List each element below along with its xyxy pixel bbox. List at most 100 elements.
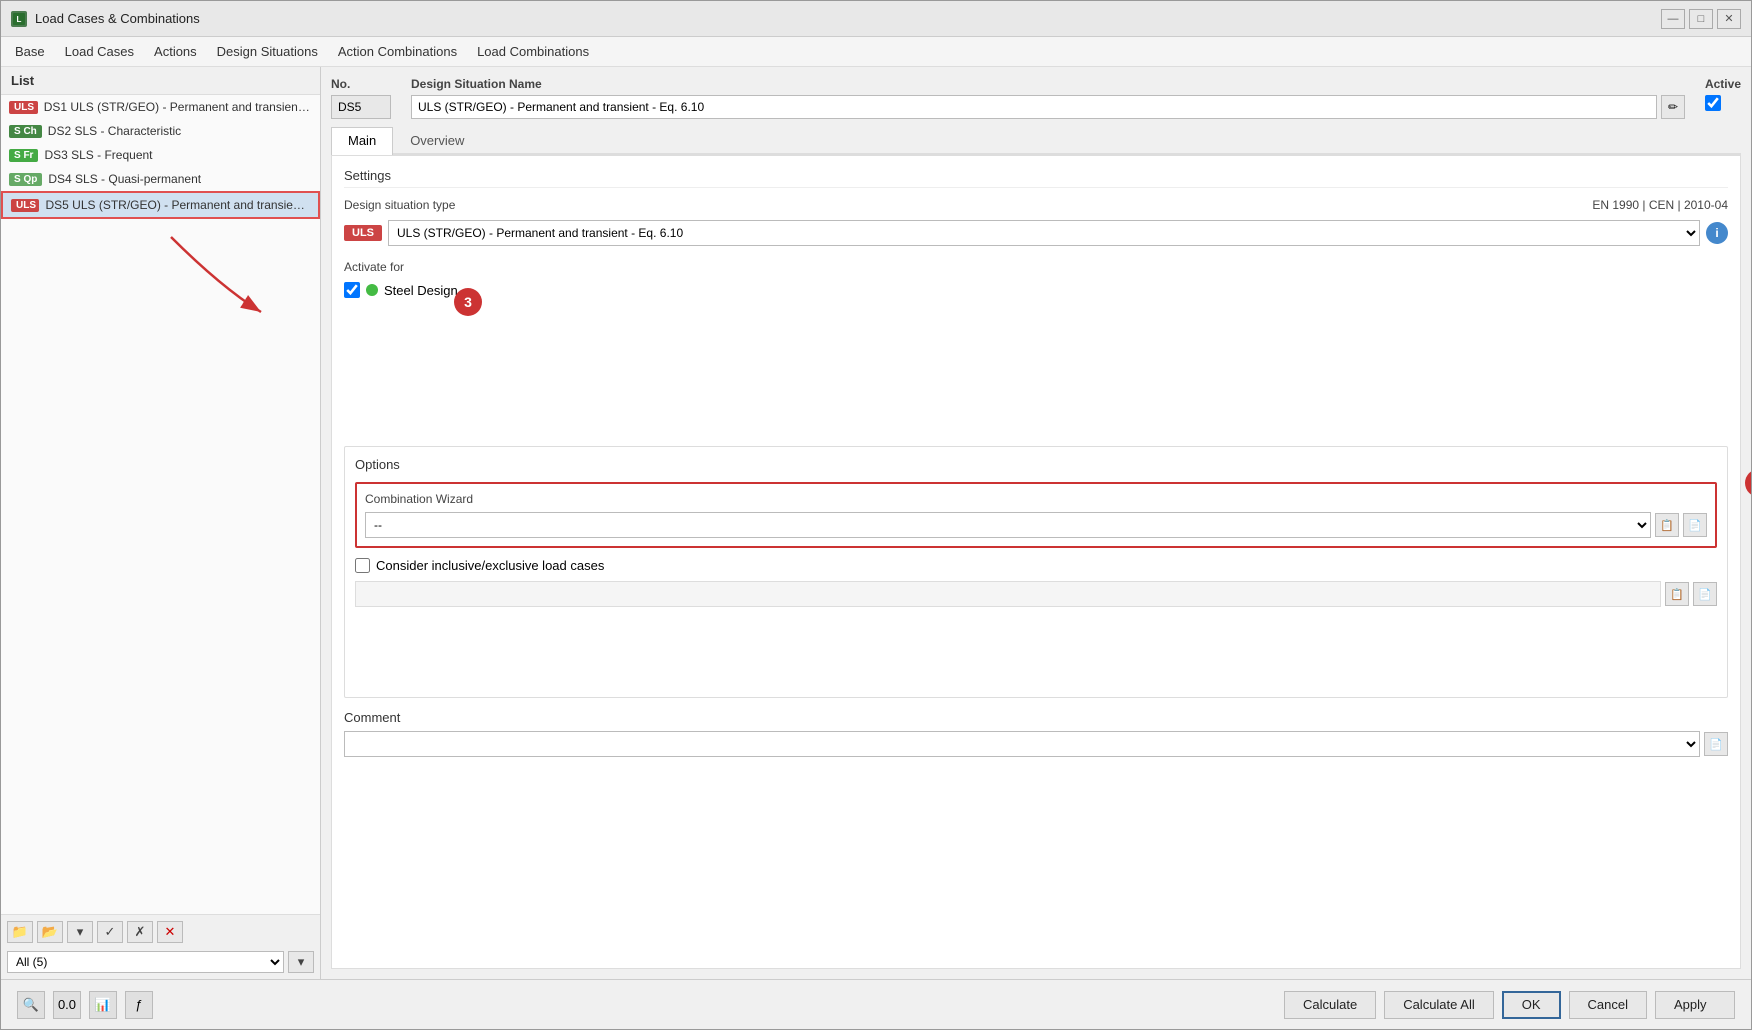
list-item-text: DS2 SLS - Characteristic	[48, 124, 181, 138]
tab-overview[interactable]: Overview	[393, 127, 481, 153]
menu-base[interactable]: Base	[5, 40, 55, 63]
combo-wizard-label: Combination Wizard	[365, 492, 1707, 506]
title-bar: L Load Cases & Combinations — □ ✕	[1, 1, 1751, 37]
menu-load-cases[interactable]: Load Cases	[55, 40, 144, 63]
combo-copy-button[interactable]: 📋	[1655, 513, 1679, 537]
delete-button[interactable]: ✕	[157, 921, 183, 943]
list-item-text: DS5 ULS (STR/GEO) - Permanent and transi…	[45, 198, 310, 212]
consider-checkbox[interactable]	[355, 558, 370, 573]
close-button[interactable]: ✕	[1717, 9, 1741, 29]
no-label: No.	[331, 77, 391, 91]
list-item-text: DS1 ULS (STR/GEO) - Permanent and transi…	[44, 100, 312, 114]
menu-actions[interactable]: Actions	[144, 40, 207, 63]
minimize-button[interactable]: —	[1661, 9, 1685, 29]
consider-input-disabled	[355, 581, 1661, 607]
activate-for-section: Activate for Steel Design 3	[344, 260, 1728, 298]
badge-sfr: S Fr	[9, 149, 38, 162]
filter-dropdown-btn[interactable]: ▾	[288, 951, 314, 973]
options-section: Options Combination Wizard -- 📋 📄	[344, 446, 1728, 698]
list-item[interactable]: S Fr DS3 SLS - Frequent	[1, 143, 320, 167]
name-input[interactable]	[411, 95, 1657, 119]
tab-bar: Main Overview	[331, 127, 1741, 155]
check-button[interactable]: ✓	[97, 921, 123, 943]
calculate-button[interactable]: Calculate	[1284, 991, 1376, 1019]
tab-content: Settings Design situation type EN 1990 |…	[331, 155, 1741, 969]
svg-text:L: L	[17, 15, 22, 24]
uncheck-button[interactable]: ✗	[127, 921, 153, 943]
annotation-bubble-4: 4	[1745, 469, 1751, 497]
filter-select[interactable]: All (5)	[7, 951, 284, 973]
search-tool-button[interactable]: 🔍	[17, 991, 45, 1019]
tab-main[interactable]: Main	[331, 127, 393, 155]
bottom-actions: Calculate Calculate All OK Cancel Apply	[1284, 991, 1735, 1019]
cancel-button[interactable]: Cancel	[1569, 991, 1647, 1019]
edit-name-button[interactable]: ✏	[1661, 95, 1685, 119]
add-button[interactable]: 📁	[7, 921, 33, 943]
ok-button[interactable]: OK	[1502, 991, 1561, 1019]
formula-tool-button[interactable]: ƒ	[125, 991, 153, 1019]
list-item-text: DS4 SLS - Quasi-permanent	[48, 172, 201, 186]
combo-wizard-select[interactable]: --	[365, 512, 1651, 538]
steel-design-checkbox[interactable]	[344, 282, 360, 298]
right-panel: No. Design Situation Name ✏ Active	[321, 67, 1751, 979]
options-title: Options	[355, 457, 1717, 472]
apply-button[interactable]: Apply	[1655, 991, 1735, 1019]
app-icon: L	[11, 11, 27, 27]
list-item[interactable]: S Qp DS4 SLS - Quasi-permanent	[1, 167, 320, 191]
name-section: Design Situation Name ✏	[411, 77, 1685, 119]
window-title: Load Cases & Combinations	[35, 11, 200, 26]
list-header: List	[1, 67, 320, 95]
bottom-bar: 🔍 0.0 📊 ƒ Calculate Calculate All OK Can…	[1, 979, 1751, 1029]
badge-uls: ULS	[11, 199, 39, 212]
menu-design-situations[interactable]: Design Situations	[207, 40, 328, 63]
list-items: ULS DS1 ULS (STR/GEO) - Permanent and tr…	[1, 95, 320, 914]
info-button[interactable]: i	[1706, 222, 1728, 244]
badge-sqp: S Qp	[9, 173, 42, 186]
settings-title: Settings	[344, 168, 1728, 188]
no-input[interactable]	[331, 95, 391, 119]
disabled-row: 📋 📄	[355, 581, 1717, 607]
maximize-button[interactable]: □	[1689, 9, 1713, 29]
dropdown-btn[interactable]: ▾	[67, 921, 93, 943]
consider-paste-btn[interactable]: 📄	[1693, 582, 1717, 606]
window-controls: — □ ✕	[1661, 9, 1741, 29]
consider-copy-btn[interactable]: 📋	[1665, 582, 1689, 606]
consider-row: Consider inclusive/exclusive load cases	[355, 558, 1717, 573]
consider-label: Consider inclusive/exclusive load cases	[376, 558, 604, 573]
menu-bar: Base Load Cases Actions Design Situation…	[1, 37, 1751, 67]
menu-action-combinations[interactable]: Action Combinations	[328, 40, 467, 63]
tabs-area: Main Overview Settings Design situation …	[331, 127, 1741, 969]
design-type-row: Design situation type EN 1990 | CEN | 20…	[344, 198, 1728, 212]
calculate-all-button[interactable]: Calculate All	[1384, 991, 1494, 1019]
standard-value: EN 1990 | CEN | 2010-04	[1592, 198, 1728, 212]
steel-design-row: Steel Design	[344, 282, 1728, 298]
design-type-label: Design situation type	[344, 198, 455, 212]
left-panel: List ULS DS1 ULS (STR/GEO) - Permanent a…	[1, 67, 321, 979]
menu-load-combinations[interactable]: Load Combinations	[467, 40, 599, 63]
comment-select[interactable]	[344, 731, 1700, 757]
counter-tool-button[interactable]: 0.0	[53, 991, 81, 1019]
graph-tool-button[interactable]: 📊	[89, 991, 117, 1019]
active-checkbox[interactable]	[1705, 95, 1721, 111]
active-label: Active	[1705, 77, 1741, 91]
top-row: No. Design Situation Name ✏ Active	[331, 77, 1741, 119]
bottom-tools: 🔍 0.0 📊 ƒ	[17, 991, 153, 1019]
list-item[interactable]: ULS DS1 ULS (STR/GEO) - Permanent and tr…	[1, 95, 320, 119]
comment-copy-btn[interactable]: 📄	[1704, 732, 1728, 756]
name-label: Design Situation Name	[411, 77, 1685, 91]
list-filter: All (5) ▾	[7, 951, 314, 973]
settings-section: Settings Design situation type EN 1990 |…	[344, 168, 1728, 298]
badge-sch: S Ch	[9, 125, 42, 138]
list-item-selected[interactable]: ULS DS5 ULS (STR/GEO) - Permanent and tr…	[1, 191, 320, 219]
type-select[interactable]: ULS (STR/GEO) - Permanent and transient …	[388, 220, 1700, 246]
green-dot-icon	[366, 284, 378, 296]
annotation-bubble-3: 3	[454, 288, 482, 316]
comment-section: Comment 📄	[344, 710, 1728, 757]
steel-design-label: Steel Design	[384, 283, 458, 298]
list-item[interactable]: S Ch DS2 SLS - Characteristic	[1, 119, 320, 143]
list-item-text: DS3 SLS - Frequent	[44, 148, 152, 162]
no-section: No.	[331, 77, 391, 119]
combo-paste-button[interactable]: 📄	[1683, 513, 1707, 537]
activate-for-label: Activate for	[344, 260, 1728, 274]
folder-button[interactable]: 📂	[37, 921, 63, 943]
